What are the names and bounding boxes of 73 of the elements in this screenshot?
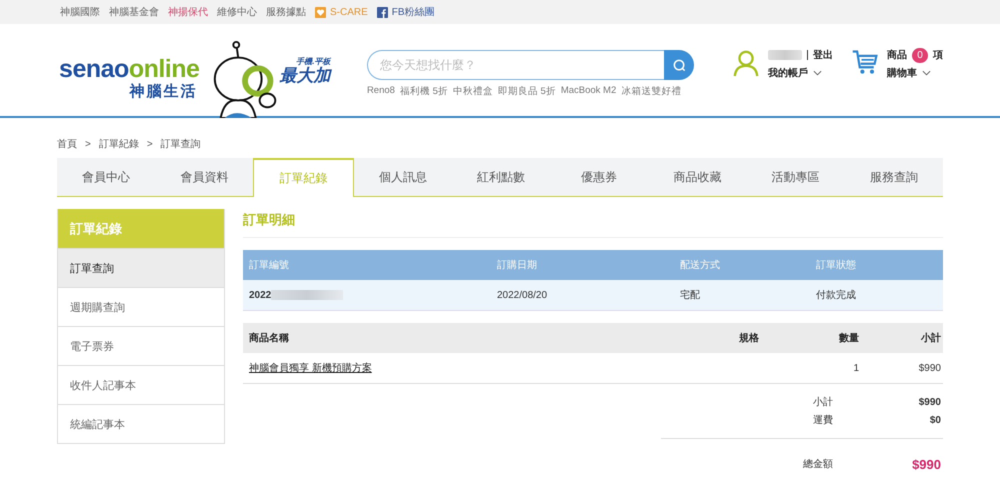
table-cell-text: 宅配 (679, 288, 701, 302)
section-title: 訂單明細 (243, 209, 943, 238)
user-icon (732, 48, 760, 78)
table-cell: 2022 (249, 290, 272, 300)
cart-link[interactable]: 購物車 (887, 66, 918, 80)
top-link[interactable]: FB粉絲團 (392, 5, 435, 19)
column-header: 訂單編號 (248, 258, 290, 272)
search-suggestion[interactable]: 中秋禮盒 (452, 85, 493, 98)
top-link[interactable]: 神腦基金會 (109, 5, 159, 19)
breadcrumb-link[interactable]: 訂單查詢 (160, 137, 201, 151)
sidebar-item[interactable]: 統編記事本 (58, 404, 224, 443)
summary-label: 小計 (812, 396, 833, 409)
search-suggestion[interactable]: 即期良品 5折 (498, 85, 556, 98)
tab[interactable]: 商品收藏 (648, 158, 747, 196)
promo-title: 最大加 (279, 67, 330, 85)
facebook-icon (376, 6, 388, 18)
cart-unit: 項 (933, 49, 944, 62)
top-link[interactable]: 神腦國際 (60, 5, 100, 19)
summary-value: $0 (928, 414, 942, 426)
sidebar-item[interactable]: 週期購查詢 (58, 287, 224, 326)
search-suggestion[interactable]: 冰箱送雙好禮 (621, 85, 682, 98)
top-link[interactable]: 神揚保代 (168, 5, 208, 19)
total-label: 總金額 (802, 458, 833, 471)
table-cell-text: 付款完成 (815, 288, 857, 302)
breadcrumb-separator: > (85, 138, 91, 150)
top-link[interactable]: 維修中心 (217, 5, 257, 19)
sidebar-item[interactable]: 訂單查詢 (58, 248, 224, 287)
search-suggestion[interactable]: 福利機 5折 (400, 85, 448, 98)
sidebar-item[interactable]: 收件人記事本 (58, 365, 224, 404)
column-header: 商品名稱 (248, 331, 290, 345)
tab[interactable]: 會員資料 (155, 158, 254, 196)
column-header: 訂單狀態 (815, 258, 857, 272)
breadcrumb-separator: > (146, 138, 153, 150)
logout-link[interactable]: 登出 (813, 48, 834, 62)
sidebar-item[interactable]: 電子票券 (58, 326, 224, 365)
search-field[interactable]: 您今天想找什麼？ (366, 50, 664, 80)
column-header: 訂購日期 (496, 258, 538, 272)
summary-label: 運費 (812, 414, 833, 427)
tab[interactable]: 個人訊息 (354, 158, 452, 196)
account-link[interactable]: 我的帳戶 (768, 66, 808, 80)
column-header: 配送方式 (679, 258, 721, 272)
table-cell-text: 1 (852, 362, 859, 374)
tab[interactable]: 紅利點數 (452, 158, 550, 196)
breadcrumb-link[interactable]: 訂單紀錄 (98, 137, 139, 151)
table-cell-text: 2022/08/20 (496, 290, 548, 300)
cart-count: 0 (912, 48, 928, 62)
search-button[interactable] (664, 50, 694, 80)
cart-icon (851, 48, 880, 76)
summary-value: $990 (918, 396, 942, 408)
chevron-icon (813, 70, 822, 76)
column-header: 規格 (739, 332, 760, 345)
column-header: 小計 (920, 332, 942, 345)
promo-tagline: 手機.平板 (296, 56, 330, 66)
breadcrumb-link[interactable]: 首頁 (57, 137, 77, 151)
redacted-name (768, 50, 802, 60)
search-icon (672, 58, 687, 72)
search-suggestion[interactable]: MacBook M2 (560, 85, 616, 98)
heart-icon (315, 6, 326, 18)
tab[interactable]: 優惠券 (550, 158, 648, 196)
total-value: $990 (911, 456, 942, 472)
top-link[interactable]: 服務據點 (266, 5, 306, 19)
product-link[interactable]: 神腦會員獨享 新機預購方案 (249, 363, 372, 374)
cart-label: 商品 (887, 48, 908, 62)
search-suggestion[interactable]: Reno8 (366, 85, 395, 98)
column-header: 數量 (838, 332, 859, 345)
tab[interactable]: 活動專區 (746, 158, 845, 196)
table-cell-text: $990 (918, 362, 942, 374)
brand-subtitle: 神腦生活 (129, 82, 198, 101)
tab[interactable]: 服務查詢 (844, 158, 943, 196)
chevron-icon (922, 70, 932, 76)
tab[interactable]: 會員中心 (57, 158, 156, 196)
sidebar-title: 訂單紀錄 (58, 209, 224, 248)
brand-logo[interactable]: senaoonline (59, 56, 200, 82)
